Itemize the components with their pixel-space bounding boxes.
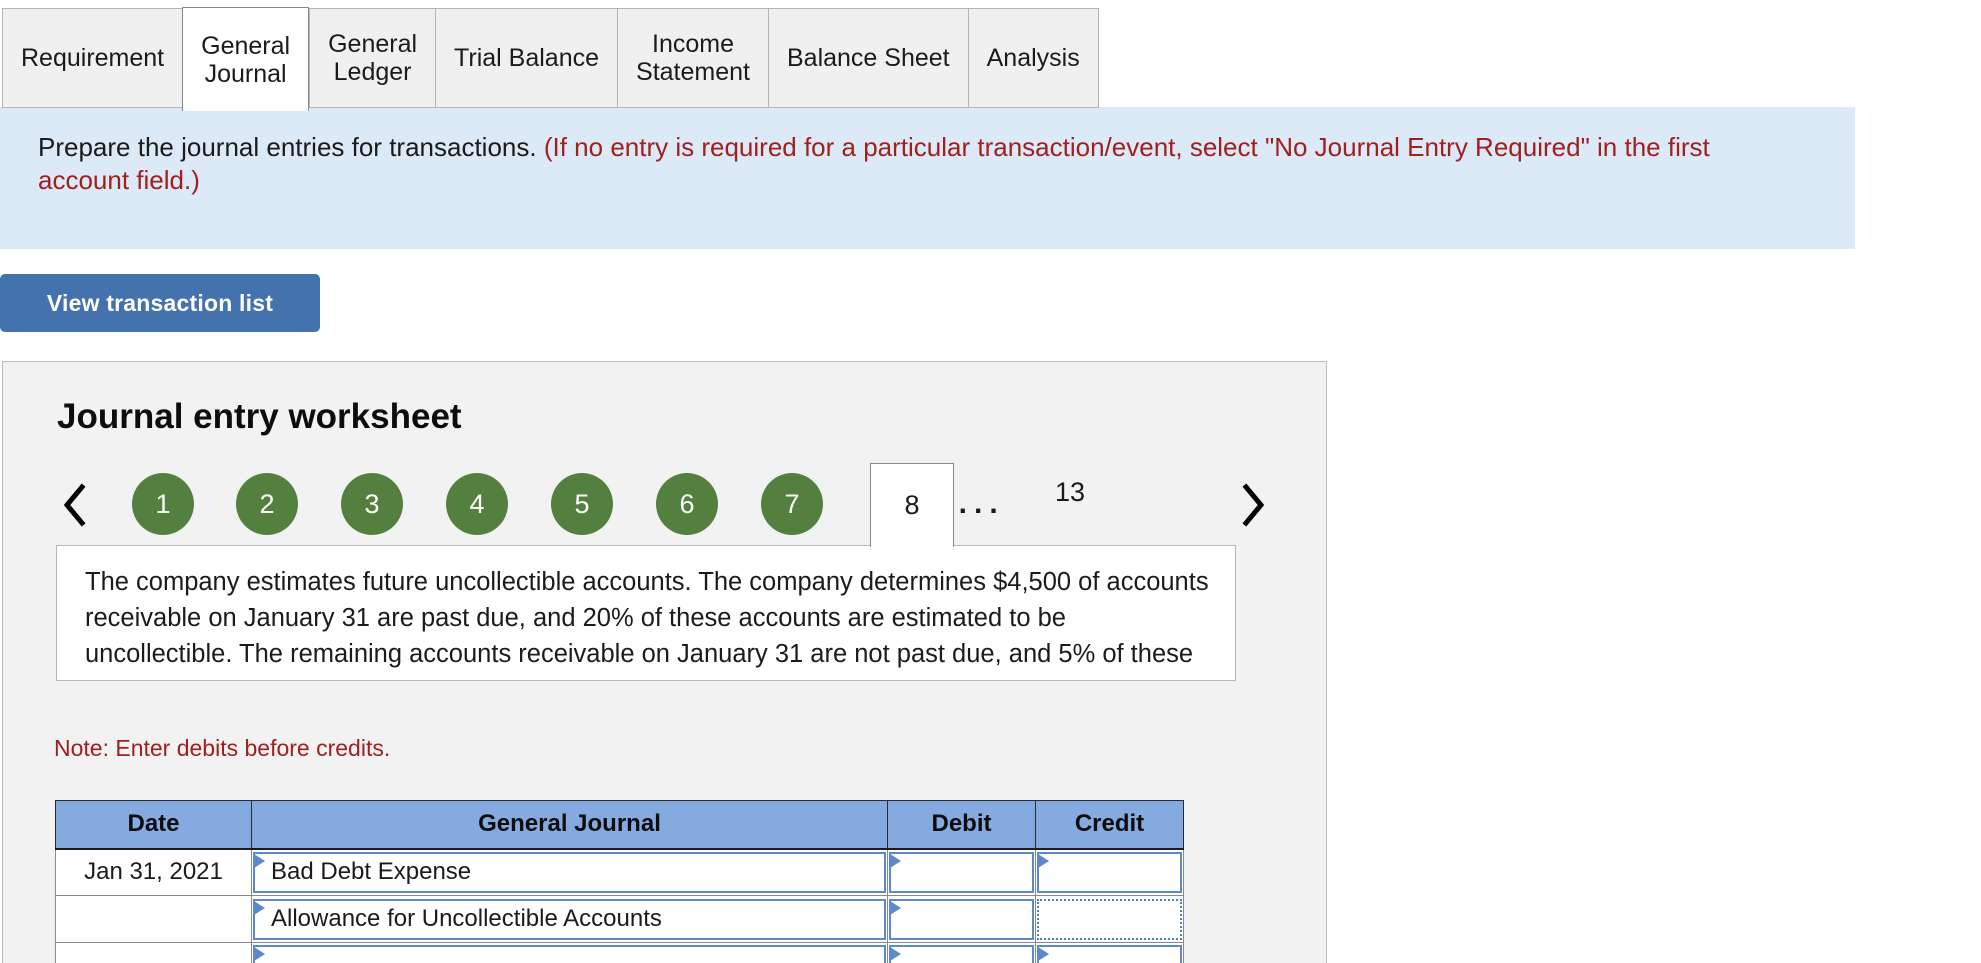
debit-input-3[interactable] xyxy=(889,945,1034,963)
debit-input-2[interactable] xyxy=(889,898,1034,940)
main-tab-bar: Requirement General Journal General Ledg… xyxy=(0,4,1981,111)
worksheet-title: Journal entry worksheet xyxy=(57,397,462,436)
pager-page-6[interactable]: 6 xyxy=(656,473,718,535)
journal-entry-page: Requirement General Journal General Ledg… xyxy=(0,0,1981,963)
transaction-description-text: The company estimates future uncollectib… xyxy=(85,568,1209,680)
tab-analysis[interactable]: Analysis xyxy=(967,8,1099,108)
cell-account-2: Allowance for Uncollectible Accounts xyxy=(251,895,888,943)
table-row: Jan 31, 2021 Bad Debt Expense xyxy=(55,848,1184,896)
table-row xyxy=(55,942,1184,963)
pager-page-5[interactable]: 5 xyxy=(551,473,613,535)
cell-date-1[interactable]: Jan 31, 2021 xyxy=(55,848,252,896)
cell-credit-3 xyxy=(1035,942,1184,963)
tab-trial-balance[interactable]: Trial Balance xyxy=(435,8,618,108)
credit-input-3[interactable] xyxy=(1037,945,1182,963)
cell-date-3[interactable] xyxy=(55,942,252,963)
worksheet-pager: 1 2 3 4 5 6 7 8 ..... 13 xyxy=(40,463,1320,555)
tab-income-statement[interactable]: Income Statement xyxy=(617,8,768,108)
credit-input-2[interactable] xyxy=(1037,898,1182,940)
account-select-1[interactable]: Bad Debt Expense xyxy=(253,851,886,893)
account-select-3[interactable] xyxy=(253,945,886,963)
instruction-banner: Prepare the journal entries for transact… xyxy=(0,107,1855,249)
tab-general-ledger[interactable]: General Ledger xyxy=(309,8,436,108)
tab-list: Requirement General Journal General Ledg… xyxy=(2,7,1099,111)
column-header-general-journal: General Journal xyxy=(251,800,888,850)
pager-page-4[interactable]: 4 xyxy=(446,473,508,535)
chevron-right-icon[interactable] xyxy=(1232,479,1274,531)
cell-debit-3 xyxy=(887,942,1036,963)
instruction-main: Prepare the journal entries for transact… xyxy=(38,132,537,162)
transaction-description-box: The company estimates future uncollectib… xyxy=(56,545,1236,681)
pager-page-8-active[interactable]: 8 xyxy=(870,463,954,547)
tab-general-journal[interactable]: General Journal xyxy=(182,7,310,111)
column-header-date: Date xyxy=(55,800,252,850)
cell-account-3 xyxy=(251,942,888,963)
column-header-credit: Credit xyxy=(1035,800,1184,850)
cell-debit-2 xyxy=(887,895,1036,943)
instruction-text: Prepare the journal entries for transact… xyxy=(38,131,1738,198)
pager-page-13[interactable]: 13 xyxy=(1055,477,1085,508)
pager-page-1[interactable]: 1 xyxy=(132,473,194,535)
view-transaction-list-button[interactable]: View transaction list xyxy=(0,274,320,332)
tab-balance-sheet[interactable]: Balance Sheet xyxy=(767,8,968,108)
pager-page-3[interactable]: 3 xyxy=(341,473,403,535)
cell-date-2[interactable] xyxy=(55,895,252,943)
table-header-row: Date General Journal Debit Credit xyxy=(55,800,1184,850)
column-header-debit: Debit xyxy=(887,800,1036,850)
tab-requirement[interactable]: Requirement xyxy=(2,8,183,108)
account-select-2[interactable]: Allowance for Uncollectible Accounts xyxy=(253,898,886,940)
cell-credit-1 xyxy=(1035,848,1184,896)
table-row: Allowance for Uncollectible Accounts xyxy=(55,895,1184,943)
debits-before-credits-note: Note: Enter debits before credits. xyxy=(54,735,391,761)
pager-page-7[interactable]: 7 xyxy=(761,473,823,535)
credit-input-1[interactable] xyxy=(1037,851,1182,893)
pager-page-2[interactable]: 2 xyxy=(236,473,298,535)
chevron-left-icon[interactable] xyxy=(54,479,96,531)
general-journal-table: Date General Journal Debit Credit Jan 31… xyxy=(55,800,1184,963)
cell-credit-2 xyxy=(1035,895,1184,943)
cell-account-1: Bad Debt Expense xyxy=(251,848,888,896)
debit-input-1[interactable] xyxy=(889,851,1034,893)
cell-debit-1 xyxy=(887,848,1036,896)
